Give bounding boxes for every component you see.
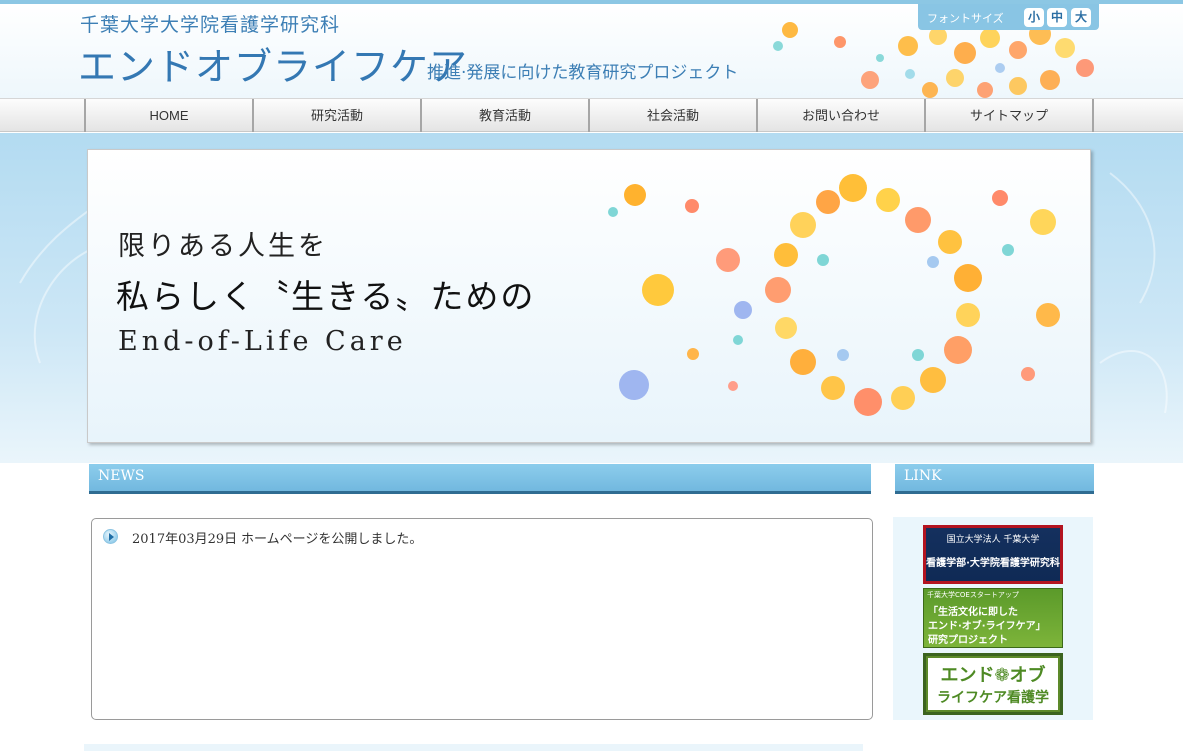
banner-chiba-univ-nursing[interactable]: 国立大学法人 千葉大学 看護学部·大学院看護学研究科 xyxy=(923,525,1063,584)
hero-banner: 限りある人生を 私らしく〝生きる〟ための End-of-Life Care xyxy=(87,149,1091,443)
link-list: 国立大学法人 千葉大学 看護学部·大学院看護学研究科 千葉大学COEスタートアッ… xyxy=(893,517,1093,720)
site-tagline: 推進·発展に向けた教育研究プロジェクト xyxy=(427,63,739,83)
news-item-link[interactable]: ホームページを公開しました。 xyxy=(241,528,422,547)
site-title[interactable]: エンドオブライフケア xyxy=(78,36,468,91)
banner-2-line-3: 研究プロジェクト xyxy=(928,635,1008,646)
banner-coe-project[interactable]: 千葉大学COEスタートアップ 「生活文化に即した エンド·オブ·ライフケア」 研… xyxy=(923,588,1063,648)
banner-2-top-text: 千葉大学COEスタートアップ xyxy=(927,591,1019,599)
nav-item-research[interactable]: 研究活動 xyxy=(254,99,422,132)
banner-2-line-1: 「生活文化に即した xyxy=(928,607,1018,618)
link-section-header: LINK xyxy=(895,464,1094,494)
nav-item-social[interactable]: 社会活動 xyxy=(590,99,758,132)
font-size-large-button[interactable]: 大 xyxy=(1071,8,1091,27)
nav-item-home[interactable]: HOME xyxy=(86,99,254,132)
banner-3-line-2: ライフケア看護学 xyxy=(937,690,1049,706)
site-subtitle: 千葉大学大学院看護学研究科 xyxy=(80,14,341,36)
news-date: 2017年03月29日 xyxy=(132,532,238,547)
nav-item-contact[interactable]: お問い合わせ xyxy=(758,99,926,132)
news-section-header: NEWS xyxy=(89,464,871,494)
banner-2-line-2: エンド·オブ·ライフケア」 xyxy=(928,621,1046,632)
site-header: 千葉大学大学院看護学研究科 エンドオブライフケア 推進·発展に向けた教育研究プロ… xyxy=(0,4,1183,98)
font-size-small-button[interactable]: 小 xyxy=(1024,8,1044,27)
play-bullet-icon xyxy=(103,529,118,544)
nav-item-education[interactable]: 教育活動 xyxy=(422,99,590,132)
flower-wreath-illustration xyxy=(608,174,1060,416)
link-heading: LINK xyxy=(904,468,942,484)
font-size-medium-button[interactable]: 中 xyxy=(1047,8,1067,27)
global-nav: HOME 研究活動 教育活動 社会活動 お問い合わせ サイトマップ xyxy=(0,98,1183,132)
hero-headline-1: 限りある人生を xyxy=(118,231,328,262)
news-list: 2017年03月29日 ホームページを公開しました。 xyxy=(91,518,873,720)
font-size-label: フォントサイズ xyxy=(927,12,1004,25)
global-nav-list: HOME 研究活動 教育活動 社会活動 お問い合わせ サイトマップ xyxy=(84,99,1099,132)
banner-1-top-text: 国立大学法人 千葉大学 xyxy=(946,535,1040,545)
banner-eol-nursing[interactable]: エンド❁オブ ライフケア看護学 xyxy=(923,653,1063,715)
banner-3-line-1: エンド❁オブ xyxy=(940,665,1046,686)
news-heading: NEWS xyxy=(98,468,145,484)
hero-headline-2: 私らしく〝生きる〟ための xyxy=(116,277,536,316)
hero-headline-3: End-of-Life Care xyxy=(118,326,407,357)
banner-1-bottom-text: 看護学部·大学院看護学研究科 xyxy=(926,558,1060,569)
nav-item-sitemap[interactable]: サイトマップ xyxy=(926,99,1094,132)
banner-3-panel: エンド❁オブ ライフケア看護学 xyxy=(928,658,1058,710)
font-size-switcher: フォントサイズ 小 中 大 xyxy=(918,4,1099,30)
footer-strip xyxy=(84,744,863,751)
